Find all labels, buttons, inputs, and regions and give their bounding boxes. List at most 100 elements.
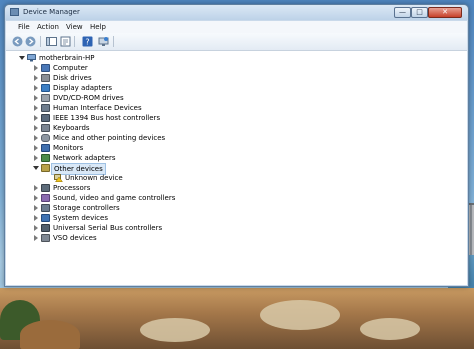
system-devices-icon: [41, 214, 50, 222]
tree-item-computer[interactable]: Computer: [6, 63, 206, 73]
tree-item-label: Universal Serial Bus controllers: [53, 224, 163, 232]
other-devices-icon: [41, 164, 50, 172]
ieee1394-icon: [41, 114, 50, 122]
tree-root-label: motherbrain-HP: [39, 54, 95, 62]
tree-item-ieee-1394-bus-host-controllers[interactable]: IEEE 1394 Bus host controllers: [6, 113, 206, 123]
tree-item-processors[interactable]: Processors: [6, 183, 206, 193]
menu-action[interactable]: Action: [37, 23, 59, 31]
expand-arrow-icon[interactable]: [34, 235, 38, 241]
tree-item-label: Computer: [53, 64, 88, 72]
collapse-arrow-icon[interactable]: [19, 56, 25, 60]
tree-item-vso-devices[interactable]: VSO devices: [6, 233, 206, 243]
menu-file[interactable]: File: [18, 23, 30, 31]
collapse-arrow-icon[interactable]: [33, 166, 39, 170]
tree-item-system-devices[interactable]: System devices: [6, 213, 206, 223]
display-adapter-icon: [41, 84, 50, 92]
properties-icon[interactable]: [60, 36, 71, 47]
tree-item-dvd-cd-rom-drives[interactable]: DVD/CD-ROM drives: [6, 93, 206, 103]
tree-item-universal-serial-bus-controllers[interactable]: Universal Serial Bus controllers: [6, 223, 206, 233]
svg-text:?: ?: [85, 38, 89, 47]
tree-item-label: DVD/CD-ROM drives: [53, 94, 124, 102]
expand-arrow-icon[interactable]: [34, 95, 38, 101]
tree-item-mice-and-other-pointing-devices[interactable]: Mice and other pointing devices: [6, 133, 206, 143]
maximize-button[interactable]: □: [411, 7, 428, 18]
expand-arrow-icon[interactable]: [34, 85, 38, 91]
expand-arrow-icon[interactable]: [34, 185, 38, 191]
window-title: Device Manager: [23, 8, 80, 16]
tree-item-label: Disk drives: [53, 74, 92, 82]
show-hide-tree-icon[interactable]: [46, 36, 57, 47]
expand-arrow-icon[interactable]: [34, 75, 38, 81]
device-manager-window: Device Manager — □ ✕ File Action View He…: [4, 4, 469, 287]
hid-icon: [41, 104, 50, 112]
tree-item-network-adapters[interactable]: Network adapters: [6, 153, 206, 163]
expand-arrow-icon[interactable]: [34, 195, 38, 201]
toolbar-separator: [113, 36, 114, 47]
minimize-button[interactable]: —: [394, 7, 411, 18]
keyboard-icon: [41, 124, 50, 132]
tree-item-label: Sound, video and game controllers: [53, 194, 176, 202]
expand-arrow-icon[interactable]: [34, 135, 38, 141]
storage-controller-icon: [41, 204, 50, 212]
tree-item-label: System devices: [53, 214, 108, 222]
expand-arrow-icon[interactable]: [34, 115, 38, 121]
expand-arrow-icon[interactable]: [34, 155, 38, 161]
expand-arrow-icon[interactable]: [34, 145, 38, 151]
tree-item-display-adapters[interactable]: Display adapters: [6, 83, 206, 93]
tree-item-label: VSO devices: [53, 234, 97, 242]
expand-arrow-icon[interactable]: [34, 125, 38, 131]
forward-icon[interactable]: [25, 36, 36, 47]
tree-item-disk-drives[interactable]: Disk drives: [6, 73, 206, 83]
menu-bar: File Action View Help: [6, 21, 467, 33]
menu-view[interactable]: View: [66, 23, 83, 31]
toolbar-separator: [74, 36, 75, 47]
tree-item-label: Processors: [53, 184, 91, 192]
network-adapter-icon: [41, 154, 50, 162]
expand-arrow-icon[interactable]: [34, 225, 38, 231]
tree-item-label: Mice and other pointing devices: [53, 134, 166, 142]
plant: [20, 320, 80, 349]
tree-item-human-interface-devices[interactable]: Human Interface Devices: [6, 103, 206, 113]
dvd-drive-icon: [41, 94, 50, 102]
toolbar: ?: [6, 33, 467, 51]
help-icon[interactable]: ?: [82, 36, 93, 47]
tree-item-label: Human Interface Devices: [53, 104, 142, 112]
tree-item-keyboards[interactable]: Keyboards: [6, 123, 206, 133]
tree-item-label: Unknown device: [65, 174, 123, 182]
tree-item-unknown-device[interactable]: Unknown device: [6, 173, 206, 183]
expand-arrow-icon[interactable]: [34, 215, 38, 221]
toolbar-separator: [40, 36, 41, 47]
tree-item-monitors[interactable]: Monitors: [6, 143, 206, 153]
tree-item-sound-video-and-game-controllers[interactable]: Sound, video and game controllers: [6, 193, 206, 203]
usb-icon: [41, 224, 50, 232]
tree-item-label: Monitors: [53, 144, 84, 152]
disk-drive-icon: [41, 74, 50, 82]
computer-root-icon: [27, 54, 36, 62]
back-icon[interactable]: [12, 36, 23, 47]
mouse-icon: [41, 134, 50, 142]
expand-arrow-icon[interactable]: [34, 65, 38, 71]
tree-item-label: Keyboards: [53, 124, 90, 132]
close-button[interactable]: ✕: [428, 7, 462, 18]
device-tree: motherbrain-HP Computer Disk drives Disp…: [6, 51, 467, 285]
scan-hardware-icon[interactable]: [98, 36, 109, 47]
expand-arrow-icon[interactable]: [34, 205, 38, 211]
tree-item-storage-controllers[interactable]: Storage controllers: [6, 203, 206, 213]
computer-icon: [41, 64, 50, 72]
monitor-icon: [41, 144, 50, 152]
tree-item-label: IEEE 1394 Bus host controllers: [53, 114, 161, 122]
expand-arrow-icon[interactable]: [34, 105, 38, 111]
menu-help[interactable]: Help: [90, 23, 106, 31]
rock: [140, 318, 210, 342]
tree-root-row[interactable]: motherbrain-HP: [6, 53, 206, 63]
title-bar[interactable]: Device Manager — □ ✕: [5, 5, 468, 20]
rock: [260, 300, 340, 330]
tree-item-other-devices[interactable]: Other devices: [6, 163, 206, 175]
tree-item-label: Display adapters: [53, 84, 113, 92]
tree-item-label: Network adapters: [53, 154, 116, 162]
unknown-device-warning-icon: [54, 174, 63, 182]
rock: [360, 318, 420, 340]
tree-item-label: Storage controllers: [53, 204, 120, 212]
vso-device-icon: [41, 234, 50, 242]
device-manager-icon: [10, 8, 19, 16]
